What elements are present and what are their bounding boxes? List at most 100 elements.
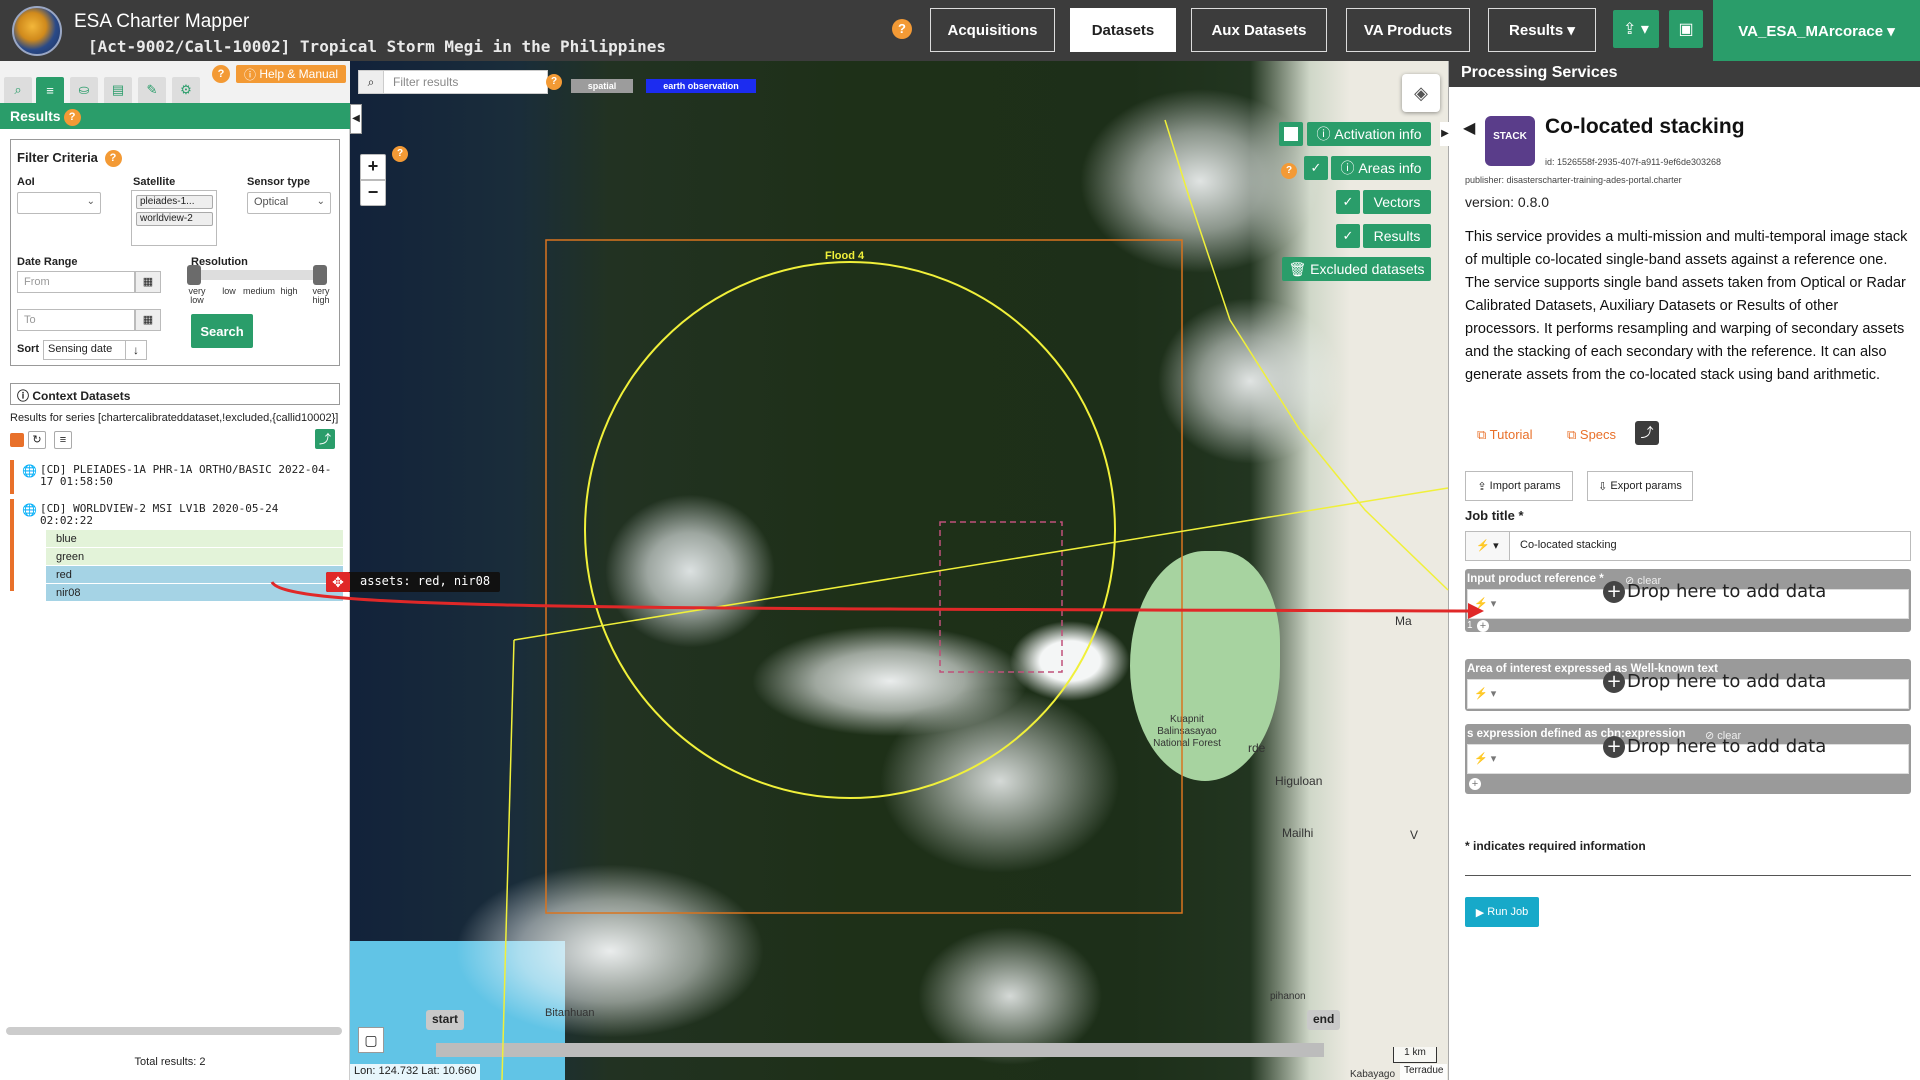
input-product-reference-dropzone[interactable]: Input product reference * ⊘ clear ⚡ ▾ + D… [1465,569,1911,632]
band-item-nir08[interactable]: nir08 [46,584,343,602]
select-all-checkbox[interactable] [10,433,24,447]
nav-acquisitions[interactable]: Acquisitions [930,8,1055,52]
horizontal-scrollbar[interactable] [6,1027,342,1035]
sort-select[interactable]: Sensing date [43,340,135,360]
calendar-icon[interactable]: ▦ [135,309,161,331]
date-from-input[interactable]: From [17,271,135,293]
dataset-item[interactable]: 🌐 [CD] PLEIADES-1A PHR-1A ORTHO/BASIC 20… [10,460,343,494]
areas-info-checkbox[interactable]: ✓ [1304,156,1328,180]
layers-icon[interactable]: ◈ [1402,74,1440,112]
excluded-datasets-button[interactable]: 🗑 Excluded datasets [1282,257,1431,281]
magic-wand-icon[interactable]: ⚡ ▾ [1474,687,1496,700]
add-icon[interactable]: + [1477,620,1489,632]
tutorial-link[interactable]: ⧉ Tutorial [1477,427,1533,443]
export-params-button[interactable]: ⇩ Export params [1587,471,1693,501]
band-item-blue[interactable]: blue [46,530,343,548]
globe-icon: 🌐 [22,503,37,517]
external-link-icon: ⧉ [1477,427,1490,442]
help-manual-button[interactable]: ⓘ Help & Manual [236,65,346,83]
satellite-tag[interactable]: worldview-2 [136,212,213,226]
nav-va-products[interactable]: VA Products [1346,8,1470,52]
zoom-out-button[interactable]: − [360,180,386,206]
zoom-in-button[interactable]: + [360,154,386,180]
pencil-icon[interactable]: ✎ [138,77,166,103]
map-view[interactable]: ⌕ Filter results ? spatial earth observa… [350,61,1448,1080]
results-title: Results [10,108,61,124]
specs-link[interactable]: ⧉ Specs [1567,427,1616,443]
draw-rectangle-icon[interactable]: ▢ [358,1027,384,1053]
timeline-slider[interactable] [436,1043,1324,1057]
calendar-icon[interactable]: ▦ [135,271,161,293]
place-label: Ma [1395,614,1412,628]
arrow-down-icon[interactable]: ↓ [125,340,147,360]
band-item-green[interactable]: green [46,548,343,566]
area-of-interest-dropzone[interactable]: Area of interest expressed as Well-known… [1465,659,1911,711]
menu-icon[interactable]: ≡ [54,431,72,449]
processing-services-title: Processing Services [1449,61,1920,87]
nav-results-dropdown[interactable]: Results ▾ [1488,8,1596,52]
aoi-select[interactable]: ⌄ [17,192,101,214]
search-icon[interactable]: ⌕ [4,77,32,103]
expression-dropzone[interactable]: s expression defined as cbn:expression ⊘… [1465,724,1911,794]
search-button[interactable]: Search [191,314,253,348]
resolution-handle-max[interactable] [313,265,327,285]
help-icon[interactable]: ? [63,108,81,126]
help-icon[interactable]: ? [104,150,122,168]
list-icon[interactable]: ≡ [36,77,64,103]
tag-earth-observation[interactable]: earth observation [646,79,756,93]
place-label: Kuapnit Balinsasayao National Forest [1153,714,1221,749]
nav-aux-datasets[interactable]: Aux Datasets [1191,8,1327,52]
vectors-checkbox[interactable]: ✓ [1336,190,1360,214]
activation-info-checkbox[interactable] [1279,122,1303,146]
filter-title: Filter Criteria ? [17,150,122,168]
date-to-input[interactable]: To [17,309,135,331]
context-datasets-header[interactable]: ⓘ Context Datasets [10,383,340,405]
magic-wand-icon[interactable]: ⚡ ▾ [1466,532,1510,560]
help-icon[interactable]: ? [892,19,912,39]
user-menu-button[interactable]: VA_ESA_MArcorace ▾ [1713,0,1920,61]
results-checkbox[interactable]: ✓ [1336,224,1360,248]
job-title-field[interactable]: ⚡ ▾ Co-located stacking [1465,531,1911,561]
upload-icon[interactable]: ⇪ ▾ [1613,10,1659,48]
tag-spatial[interactable]: spatial [571,79,633,93]
charter-logo [12,6,62,56]
band-item-red[interactable]: red [46,566,343,584]
gear-icon[interactable]: ⚙ [172,77,200,103]
share-icon[interactable]: ⤴ [315,429,335,449]
map-filter-input[interactable]: Filter results [358,70,548,94]
run-job-button[interactable]: ▶ Run Job [1465,897,1539,927]
back-icon[interactable]: ◀ [1463,118,1475,138]
briefcase-icon[interactable]: ▣ [1669,10,1703,48]
basket-icon[interactable]: ⛀ [70,77,98,103]
refresh-icon[interactable]: ↻ [28,431,46,449]
activation-info-button[interactable]: ⓘ Activation info [1307,122,1431,146]
archive-icon[interactable]: ▤ [104,77,132,103]
magic-wand-icon[interactable]: ⚡ ▾ [1474,752,1496,765]
help-icon[interactable]: ? [392,146,408,162]
satellite-tag[interactable]: pleiades-1... [136,195,213,209]
magic-wand-icon[interactable]: ⚡ ▾ [1474,597,1496,610]
drop-here-text: Drop here to add data [1627,736,1827,757]
help-icon[interactable]: ? [1281,163,1297,179]
help-icon[interactable]: ? [212,65,230,83]
results-layer-button[interactable]: Results [1363,224,1431,248]
help-icon[interactable]: ? [546,74,562,90]
expand-panel-icon[interactable]: ▶ [1440,122,1450,146]
resolution-handle-min[interactable] [187,265,201,285]
satellite-multiselect[interactable]: pleiades-1... worldview-2 [131,190,217,246]
job-title-value[interactable]: Co-located stacking [1520,539,1617,551]
share-icon[interactable]: ⤴ [1635,421,1659,445]
vectors-button[interactable]: Vectors [1363,190,1431,214]
context-datasets-title: Context Datasets [32,389,131,403]
export-params-label: Export params [1610,480,1682,492]
drop-here-text: Drop here to add data [1627,581,1827,602]
sensor-type-select[interactable]: Optical ⌄ [247,192,331,214]
add-icon[interactable]: + [1469,778,1481,790]
sensor-type-value: Optical [254,196,289,208]
collapse-panel-icon[interactable]: ◀ [350,104,362,134]
resolution-slider[interactable] [187,270,327,280]
nav-datasets[interactable]: Datasets [1070,8,1176,52]
import-params-button[interactable]: ⇪ Import params [1465,471,1573,501]
areas-info-button[interactable]: ⓘ Areas info [1331,156,1431,180]
info-icon: ⓘ [1340,160,1359,176]
